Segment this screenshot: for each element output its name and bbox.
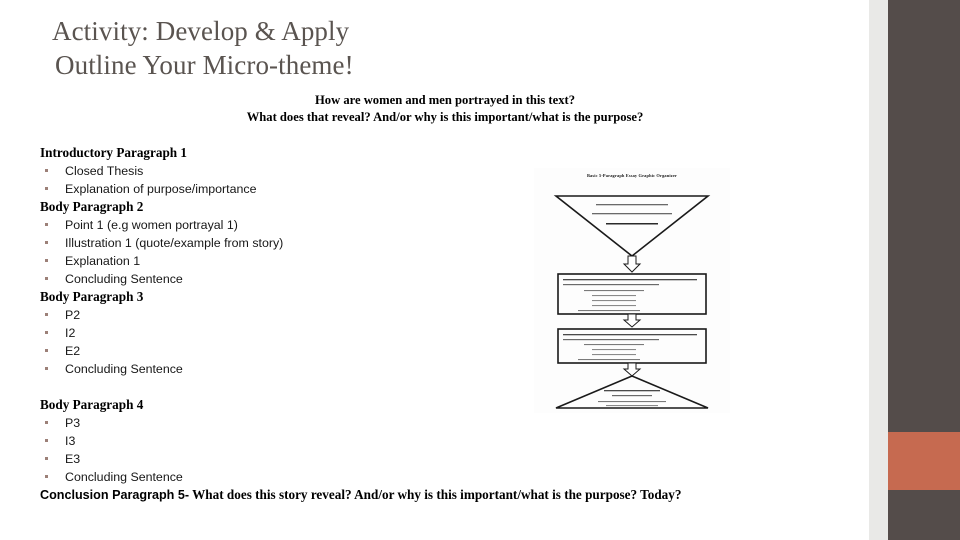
list-item: Closed Thesis: [40, 162, 540, 180]
outline-heading: Introductory Paragraph 1: [40, 145, 188, 160]
list-item: Concluding Sentence: [40, 468, 540, 486]
bullet-icon: [45, 241, 48, 244]
bullet-icon: [45, 421, 48, 424]
bullet-icon: [45, 475, 48, 478]
outline-bullet-list: P3 I3 E3 Concluding Sentence: [40, 414, 540, 486]
outline-bullet-list: Point 1 (e.g women portrayal 1) Illustra…: [40, 216, 540, 288]
outline-bullet-list: P2 I2 E2 Concluding Sentence: [40, 306, 540, 378]
outline-spacer: [40, 378, 540, 396]
outline-heading: Body Paragraph 3: [40, 289, 144, 304]
list-item-label: E2: [65, 344, 81, 358]
list-item-label: Explanation 1: [65, 254, 141, 268]
list-item-label: P2: [65, 308, 81, 322]
conclusion-rest-label: What does this story reveal? And/or why …: [189, 487, 682, 502]
list-item-label: Concluding Sentence: [65, 362, 183, 376]
bullet-icon: [45, 367, 48, 370]
list-item-label: Closed Thesis: [65, 164, 144, 178]
outline-block-body2: Body Paragraph 2 Point 1 (e.g women port…: [40, 198, 540, 288]
outline-heading: Body Paragraph 2: [40, 199, 144, 214]
list-item-label: I3: [65, 434, 76, 448]
list-item-label: I2: [65, 326, 76, 340]
outline-block-intro: Introductory Paragraph 1 Closed Thesis E…: [40, 144, 540, 198]
list-item-label: Explanation of purpose/importance: [65, 182, 257, 196]
slide: Activity: Develop & Apply Outline Your M…: [0, 0, 960, 540]
subtitle-line-2: What does that reveal? And/or why is thi…: [246, 110, 644, 124]
bullet-icon: [45, 331, 48, 334]
conclusion-paragraph-line: Conclusion Paragraph 5- What does this s…: [40, 486, 860, 504]
graphic-organizer-image: Basic 5-Paragraph Essay Graphic Organize…: [534, 168, 730, 413]
bullet-icon: [45, 277, 48, 280]
list-item: E2: [40, 342, 540, 360]
list-item-label: E3: [65, 452, 81, 466]
outline-heading: Body Paragraph 4: [40, 397, 144, 412]
list-item: Point 1 (e.g women portrayal 1): [40, 216, 540, 234]
list-item: I2: [40, 324, 540, 342]
list-item-label: P3: [65, 416, 81, 430]
list-item: I3: [40, 432, 540, 450]
bullet-icon: [45, 223, 48, 226]
outline-content: Introductory Paragraph 1 Closed Thesis E…: [40, 144, 540, 486]
bullet-icon: [45, 259, 48, 262]
page-title: Activity: Develop & Apply Outline Your M…: [52, 14, 572, 82]
bullet-icon: [45, 439, 48, 442]
page-title-line-1: Activity: Develop & Apply: [52, 16, 350, 46]
list-item: Concluding Sentence: [40, 360, 540, 378]
list-item: P3: [40, 414, 540, 432]
bullet-icon: [45, 313, 48, 316]
list-item: Explanation of purpose/importance: [40, 180, 540, 198]
list-item-label: Illustration 1 (quote/example from story…: [65, 236, 284, 250]
list-item: Concluding Sentence: [40, 270, 540, 288]
list-item: Illustration 1 (quote/example from story…: [40, 234, 540, 252]
conclusion-lead-label: Conclusion Paragraph 5-: [40, 488, 190, 502]
bullet-icon: [45, 349, 48, 352]
list-item-label: Point 1 (e.g women portrayal 1): [65, 218, 238, 232]
right-gap-strip: [869, 0, 888, 540]
outline-block-body4: Body Paragraph 4 P3 I3 E3 Concluding Sen…: [40, 396, 540, 486]
list-item-label: Concluding Sentence: [65, 470, 183, 484]
right-accent-highlight: [888, 432, 960, 490]
subtitle-line-1: How are women and men portrayed in this …: [314, 93, 576, 107]
outline-bullet-list: Closed Thesis Explanation of purpose/imp…: [40, 162, 540, 198]
bullet-icon: [45, 457, 48, 460]
subtitle-questions: How are women and men portrayed in this …: [60, 92, 830, 126]
graphic-organizer-diagram: [553, 195, 711, 409]
page-title-line-2: Outline Your Micro-theme!: [55, 50, 354, 80]
list-item-label: Concluding Sentence: [65, 272, 183, 286]
bullet-icon: [45, 169, 48, 172]
list-item: Explanation 1: [40, 252, 540, 270]
bullet-icon: [45, 187, 48, 190]
list-item: P2: [40, 306, 540, 324]
outline-block-body3: Body Paragraph 3 P2 I2 E2 Concluding Sen…: [40, 288, 540, 378]
graphic-organizer-canvas: Basic 5-Paragraph Essay Graphic Organize…: [534, 168, 730, 413]
list-item: E3: [40, 450, 540, 468]
